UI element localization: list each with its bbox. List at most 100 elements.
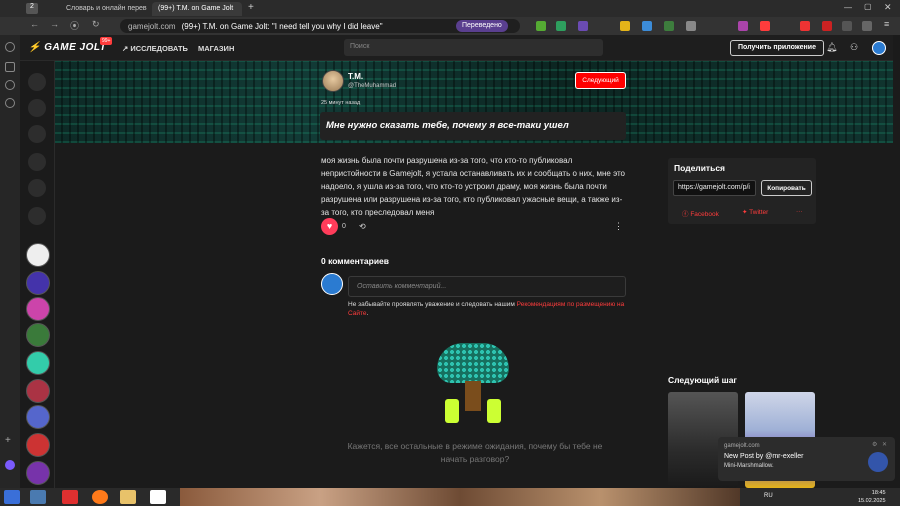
url-domain: gamejolt.com [128,22,176,31]
browser-sidebar: + [0,0,20,488]
yandex-icon[interactable] [62,490,78,504]
settings-icon[interactable]: ⚙ [872,441,877,448]
extension-icon[interactable] [686,21,696,31]
minimize-icon[interactable]: — [844,3,852,12]
forward-icon[interactable]: → [50,19,59,29]
extension-icon[interactable] [760,21,770,31]
notification-count-badge: 99+ [100,37,113,45]
extension-icon[interactable] [620,21,630,31]
folder-icon[interactable] [120,490,136,504]
quests-icon[interactable] [28,153,46,171]
share-url-field[interactable]: https://gamejolt.com/p/i [673,180,756,196]
tab-gamejolt[interactable]: (99+) T.M. on Game Jolt [152,2,242,16]
nav-store[interactable]: МАГАЗИН [198,44,234,53]
youtube-icon[interactable] [822,21,832,31]
user-avatar[interactable] [872,41,886,55]
firefox-icon[interactable] [92,490,108,504]
history-icon[interactable] [5,42,15,52]
extension-icon[interactable] [800,21,810,31]
post-title: Мне нужно сказать тебе, почему я все-так… [320,112,626,140]
extension-icon[interactable] [842,21,852,31]
more-options-icon[interactable]: ⋮ [614,221,623,232]
play-icon[interactable] [5,80,15,90]
share-more[interactable]: ··· [796,208,803,215]
search-input[interactable]: Поиск [344,39,603,56]
post-time: 25 минут назад [321,100,361,106]
yandex-icon[interactable]: ⦿ [70,19,79,32]
nav-explore[interactable]: ↗ ИССЛЕДОВАТЬ [122,44,188,53]
library-icon[interactable] [28,207,46,225]
bell-icon[interactable]: 🔔︎ [826,42,837,53]
extension-icon[interactable] [738,21,748,31]
tree-canopy [437,343,509,383]
tab-dictionary[interactable]: Словарь и онлайн перев [60,2,148,16]
extension-icon[interactable] [664,21,674,31]
close-window-icon[interactable]: ✕ [884,2,892,13]
like-count: 0 [342,223,346,230]
start-icon[interactable] [4,490,20,504]
post-body: моя жизнь была почти разрушена из-за тог… [321,156,626,217]
follow-button[interactable]: Следующий [575,72,626,89]
push-notification[interactable]: gamejolt.com ⚙ ✕ New Post by @mr-exeller… [718,437,895,481]
gamejolt-logo[interactable]: ⚡ GAME JOLT [28,42,106,53]
gamejolt-header: ⚡ GAME JOLT 99+ ↗ ИССЛЕДОВАТЬ МАГАЗИН По… [20,35,893,61]
tab-counter-icon[interactable] [5,62,15,72]
extension-icon[interactable] [556,21,566,31]
assistant-icon[interactable] [5,460,15,470]
community-avatar[interactable] [26,297,50,321]
extension-icon[interactable] [642,21,652,31]
like-button[interactable]: ♥ [321,218,338,235]
extension-icon[interactable] [536,21,546,31]
share-twitter[interactable]: ✦ Twitter [742,208,768,216]
comment-input[interactable]: Оставить комментарий... [348,276,626,297]
maximize-icon[interactable]: ▢ [864,2,872,11]
home-icon[interactable] [28,73,46,91]
sleeping-critter [445,399,459,423]
community-avatar[interactable] [26,351,50,375]
share-heading: Поделиться [674,163,726,173]
community-avatar[interactable] [26,323,50,347]
gamejolt-sidebar [20,61,55,488]
author-handle[interactable]: @TheMuhammad [348,83,396,89]
author-avatar[interactable] [322,70,344,92]
bell-icon[interactable] [5,98,15,108]
close-icon[interactable]: ✕ [882,441,887,448]
community-avatar[interactable] [26,271,50,295]
share-facebook[interactable]: ⓕ Facebook [682,208,719,218]
get-app-button[interactable]: Получить приложение [730,40,824,56]
yandex-browser-icon[interactable] [150,490,166,504]
menu-icon[interactable]: ≡ [884,19,889,29]
community-avatar[interactable] [26,243,50,267]
friends-icon[interactable]: ⚇ [850,42,858,53]
chat-icon[interactable] [28,179,46,197]
notification-title: New Post by @mr-exeller [724,453,804,460]
store-icon[interactable] [28,99,46,117]
back-icon[interactable]: ← [30,19,39,29]
app-icon[interactable] [30,490,46,504]
clock[interactable]: 18:45 15.02.2025 [858,489,886,505]
community-avatar[interactable] [26,461,50,485]
add-icon[interactable]: + [5,436,15,446]
address-bar: ← → ⦿ ↻ gamejolt.com (99+) T.M. on Game J… [0,17,900,35]
community-avatar[interactable] [26,379,50,403]
community-avatar[interactable] [26,405,50,429]
notification-source: gamejolt.com [724,443,760,449]
tab-count-badge[interactable]: 2 [26,3,38,14]
backpack-icon[interactable] [28,125,46,143]
reload-icon[interactable]: ↻ [92,19,100,30]
notification-body: Mini-Marshmallow. [724,463,774,469]
twitter-label: Twitter [749,209,769,216]
new-tab-icon[interactable]: + [248,2,254,13]
downloads-icon[interactable] [862,21,872,31]
translated-badge[interactable]: Переведено [456,20,508,32]
next-step-heading: Следующий шаг [668,375,737,385]
author-name[interactable]: T.M. [348,72,363,81]
empty-state-illustration [437,343,509,431]
community-avatar[interactable] [26,433,50,457]
commenter-avatar [321,273,343,295]
language-indicator[interactable]: RU [764,493,773,499]
extension-icon[interactable] [578,21,588,31]
comment-guidelines-note: Не забывайте проявлять уважение и следов… [348,300,628,318]
repost-icon[interactable]: ⟲ [359,222,366,231]
copy-button[interactable]: Копировать [761,180,812,196]
